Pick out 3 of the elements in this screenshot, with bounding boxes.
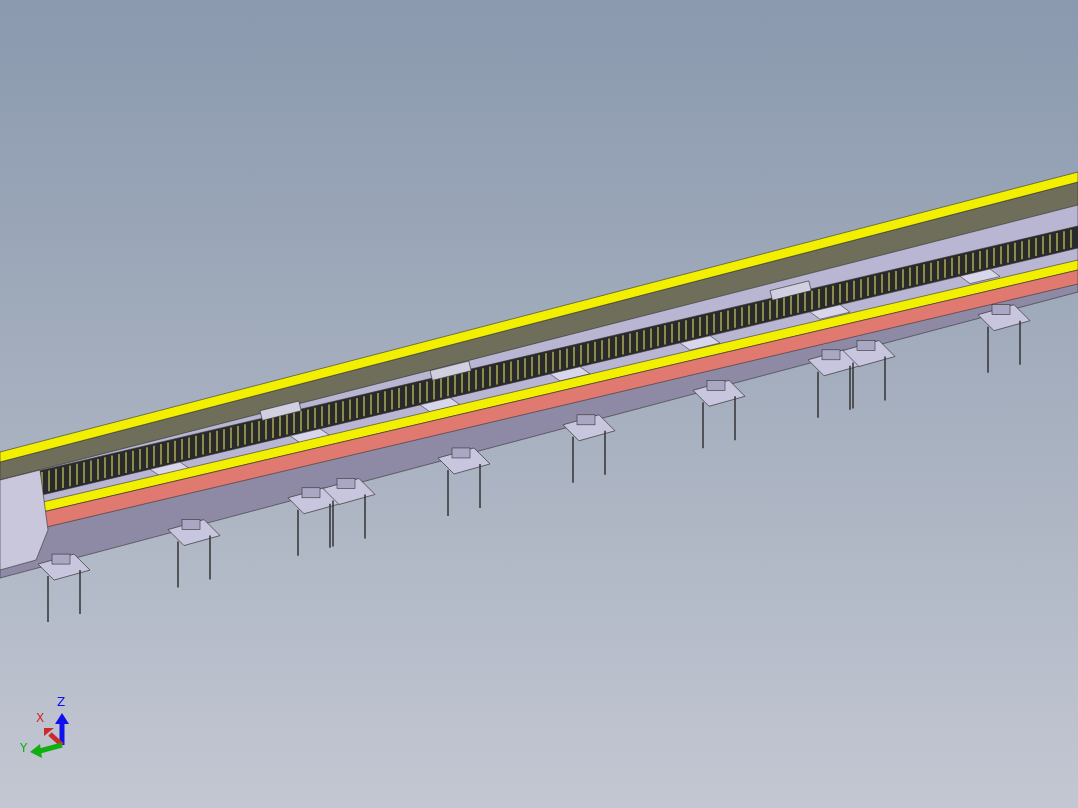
axis-label: Y [20, 741, 28, 755]
axis-label: Z [57, 695, 66, 709]
axis-label: X [36, 711, 45, 725]
